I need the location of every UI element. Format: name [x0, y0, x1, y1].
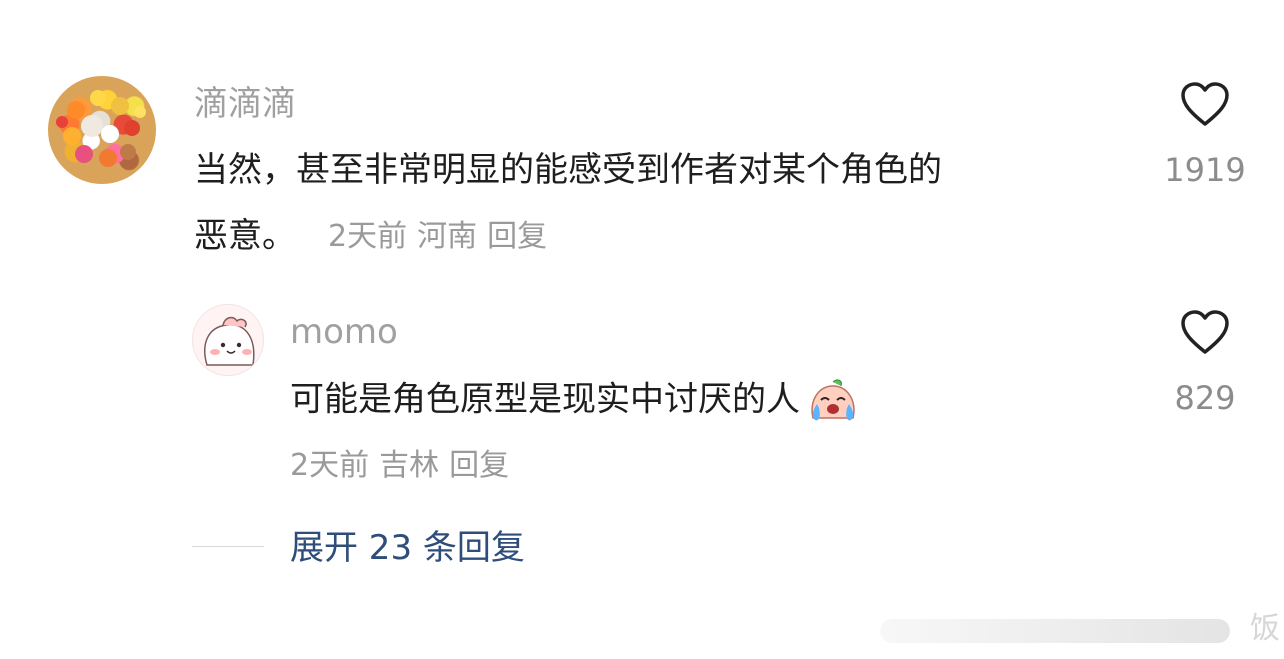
comment-location: 河南	[417, 219, 478, 254]
expand-divider	[192, 546, 264, 547]
commenter-username[interactable]: 滴滴滴	[194, 84, 296, 124]
reply-meta: 2天前 吉林 回复	[290, 448, 519, 484]
heart-outline-icon	[1181, 82, 1229, 126]
expand-replies-button[interactable]: 展开 23 条回复	[290, 528, 525, 568]
commenter-avatar[interactable]	[48, 76, 156, 184]
reply-avatar[interactable]	[192, 304, 264, 376]
reply-time: 2天前	[290, 448, 370, 483]
comment-text-line-2: 恶意。	[194, 216, 296, 256]
crying-peach-emoji-icon	[807, 378, 859, 424]
reply-like-count: 829	[1174, 379, 1236, 417]
comment-time: 2天前	[328, 219, 408, 254]
comment-meta: 2天前 河南 回复	[328, 219, 557, 255]
reply-text: 可能是角色原型是现实中讨厌的人	[290, 378, 859, 424]
like-count: 1919	[1164, 151, 1246, 189]
toys-avatar-image	[56, 90, 146, 167]
reply-button[interactable]: 回复	[487, 219, 547, 254]
watermark: 饭	[1250, 611, 1280, 646]
reply-text-content: 可能是角色原型是现实中讨厌的人	[290, 379, 800, 420]
like-button[interactable]	[1180, 82, 1230, 132]
reply-like-button[interactable]	[1180, 310, 1230, 360]
comment-text-line-1: 当然，甚至非常明显的能感受到作者对某个角色的	[194, 150, 942, 190]
heart-outline-icon	[1181, 310, 1229, 354]
pink-cartoon-avatar-image	[204, 316, 255, 366]
reply-location: 吉林	[379, 448, 440, 483]
reply-username[interactable]: momo	[290, 312, 398, 352]
reply-reply-button[interactable]: 回复	[449, 448, 509, 483]
